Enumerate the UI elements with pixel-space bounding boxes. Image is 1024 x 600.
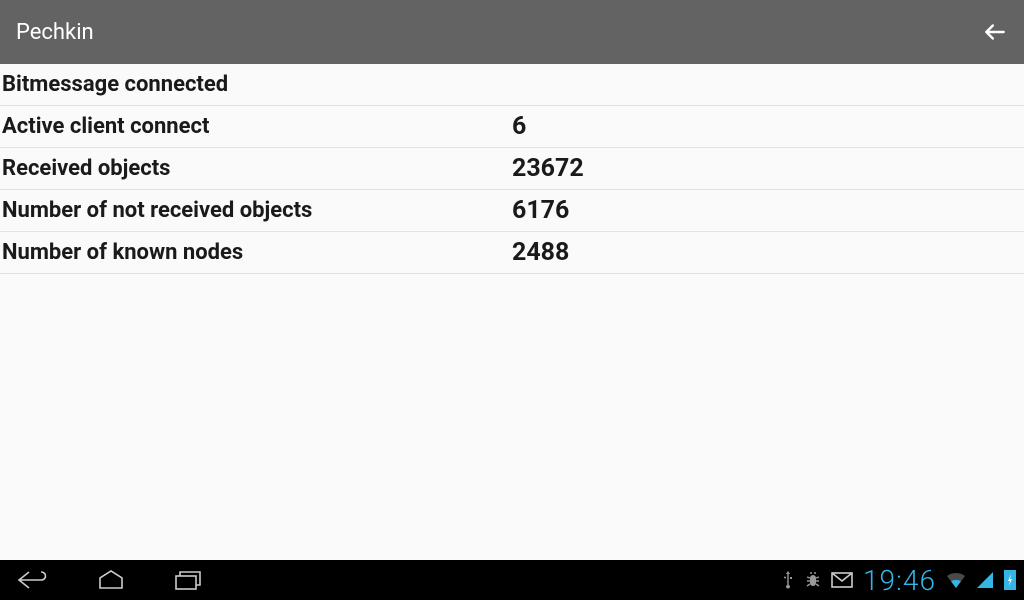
not-received-objects-value: 6176 (512, 196, 569, 225)
known-nodes-value: 2488 (512, 238, 569, 267)
active-client-value: 6 (512, 112, 526, 141)
recent-apps-button[interactable] (164, 560, 214, 600)
usb-icon (781, 569, 795, 591)
clock: 19:46 (863, 564, 936, 597)
active-client-label: Active client connect (2, 114, 512, 139)
home-button[interactable] (86, 560, 136, 600)
connection-status-row: Bitmessage connected (0, 64, 1024, 106)
app-title: Pechkin (16, 20, 94, 45)
known-nodes-row: Number of known nodes 2488 (0, 232, 1024, 274)
wifi-icon (946, 571, 966, 589)
known-nodes-label: Number of known nodes (2, 240, 512, 265)
mail-icon (831, 572, 853, 588)
connection-status-label: Bitmessage connected (2, 72, 512, 97)
signal-icon (976, 571, 994, 589)
received-objects-value: 23672 (512, 154, 584, 183)
back-arrow-icon[interactable] (982, 19, 1008, 45)
status-tray[interactable]: 19:46 (781, 564, 1016, 597)
debug-icon (805, 570, 821, 590)
content-area: Bitmessage connected Active client conne… (0, 64, 1024, 274)
system-nav-bar: 19:46 (0, 560, 1024, 600)
active-client-row: Active client connect 6 (0, 106, 1024, 148)
received-objects-row: Received objects 23672 (0, 148, 1024, 190)
back-button[interactable] (8, 560, 58, 600)
action-bar: Pechkin (0, 0, 1024, 64)
not-received-objects-row: Number of not received objects 6176 (0, 190, 1024, 232)
not-received-objects-label: Number of not received objects (2, 198, 512, 223)
battery-charging-icon (1004, 570, 1016, 590)
nav-buttons-group (8, 560, 214, 600)
received-objects-label: Received objects (2, 156, 512, 181)
